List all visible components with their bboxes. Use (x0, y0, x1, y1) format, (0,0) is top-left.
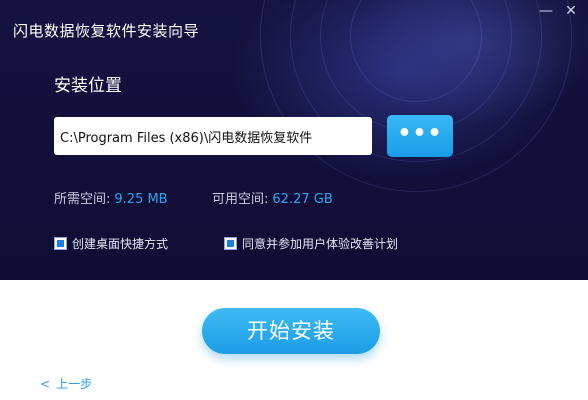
decorative-ring (260, 0, 572, 192)
header-panel: 闪电数据恢复软件安装向导 — ✕ 安装位置 ••• 所需空间:9.25 MB 可… (0, 0, 588, 280)
ux-program-checkbox[interactable]: 同意并参加用户体验改善计划 (224, 235, 398, 252)
start-install-button[interactable]: 开始安装 (202, 308, 380, 354)
available-space: 可用空间: 62.27 GB (212, 188, 333, 207)
back-link[interactable]: < 上一步 (40, 375, 92, 392)
available-space-value: 62.27 GB (272, 192, 333, 207)
install-path-input[interactable] (54, 117, 372, 155)
ux-program-label: 同意并参加用户体验改善计划 (242, 237, 399, 251)
required-space: 所需空间: 9.25 MB (54, 188, 168, 207)
checkbox-checked-mark (57, 240, 64, 247)
chevron-left-icon: < (40, 376, 51, 391)
required-space-value: 9.25 MB (114, 192, 168, 207)
available-space-label: 可用空间: (212, 192, 269, 207)
install-location-heading: 安装位置 (54, 76, 122, 96)
desktop-shortcut-label: 创建桌面快捷方式 (72, 237, 169, 251)
checkbox-box[interactable] (224, 237, 237, 250)
back-link-label: 上一步 (56, 377, 93, 391)
checkbox-box[interactable] (54, 237, 67, 250)
minimize-button[interactable]: — (535, 2, 557, 20)
desktop-shortcut-checkbox[interactable]: 创建桌面快捷方式 (54, 235, 168, 252)
close-button[interactable]: ✕ (560, 2, 582, 20)
required-space-label: 所需空间: (54, 192, 111, 207)
checkbox-checked-mark (227, 240, 234, 247)
window-title: 闪电数据恢复软件安装向导 (13, 22, 200, 40)
browse-button[interactable]: ••• (387, 115, 453, 157)
